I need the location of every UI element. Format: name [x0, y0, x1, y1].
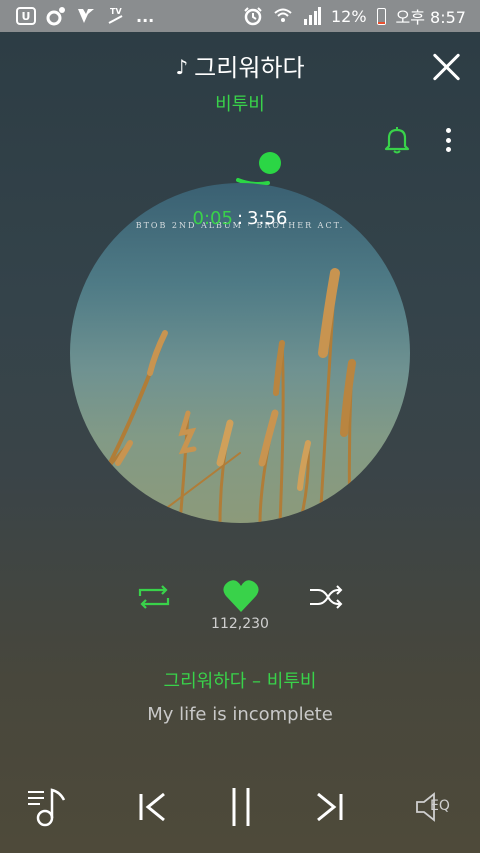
pause-icon[interactable]: [226, 784, 256, 830]
alarm-icon: [243, 6, 263, 26]
previous-track-icon[interactable]: [136, 784, 170, 830]
artist-name[interactable]: 비투비: [0, 90, 480, 116]
song-title: 그리워하다: [194, 54, 305, 82]
next-track-icon[interactable]: [312, 784, 346, 830]
close-button[interactable]: [432, 52, 462, 82]
signal-icon: [303, 6, 321, 26]
status-more-dots: ...: [136, 6, 155, 26]
battery-percent: 12%: [330, 6, 367, 26]
more-options-button[interactable]: [438, 126, 458, 154]
like-count: 112,230: [211, 616, 269, 632]
time-separator: :: [236, 208, 244, 229]
eq-label: EQ: [430, 798, 450, 814]
seek-knob[interactable]: [259, 152, 281, 174]
playlist-icon[interactable]: [26, 784, 70, 830]
v-app-icon: [76, 6, 96, 26]
tv-icon: TV: [106, 6, 126, 26]
app-u-icon: U: [16, 7, 36, 25]
song-title-row: ♪ 그리워하다: [0, 48, 480, 83]
lyric-song-title[interactable]: 그리워하다 – 비투비: [0, 667, 480, 693]
repeat-icon[interactable]: [136, 584, 172, 610]
wheat-artwork: [88, 268, 356, 523]
elapsed-time: 0:05: [192, 208, 233, 229]
status-right-icons: 12% 오후 8:57: [243, 4, 466, 28]
svg-text:TV: TV: [110, 7, 122, 16]
battery-icon: [376, 7, 386, 25]
clock: 오후 8:57: [395, 8, 466, 27]
shuffle-icon[interactable]: [308, 584, 344, 610]
heart-icon[interactable]: [222, 578, 260, 614]
status-left-icons: U TV ...: [16, 6, 154, 26]
status-bar: U TV ... 12% 오후 8:57: [0, 0, 480, 32]
music-note-icon: ♪: [175, 55, 189, 79]
album-art: BTOB 2ND ALBUM · BROTHER ACT.: [70, 183, 410, 523]
player-header: ♪ 그리워하다: [0, 48, 480, 88]
total-time: 3:56: [247, 208, 288, 229]
wifi-icon: [273, 6, 293, 26]
playback-time: 0:05:3:56: [0, 208, 480, 229]
bell-icon[interactable]: [384, 126, 410, 154]
equalizer-button[interactable]: EQ: [414, 784, 458, 830]
music-note-icon: [46, 6, 66, 26]
current-lyric-line[interactable]: My life is incomplete: [0, 704, 480, 725]
